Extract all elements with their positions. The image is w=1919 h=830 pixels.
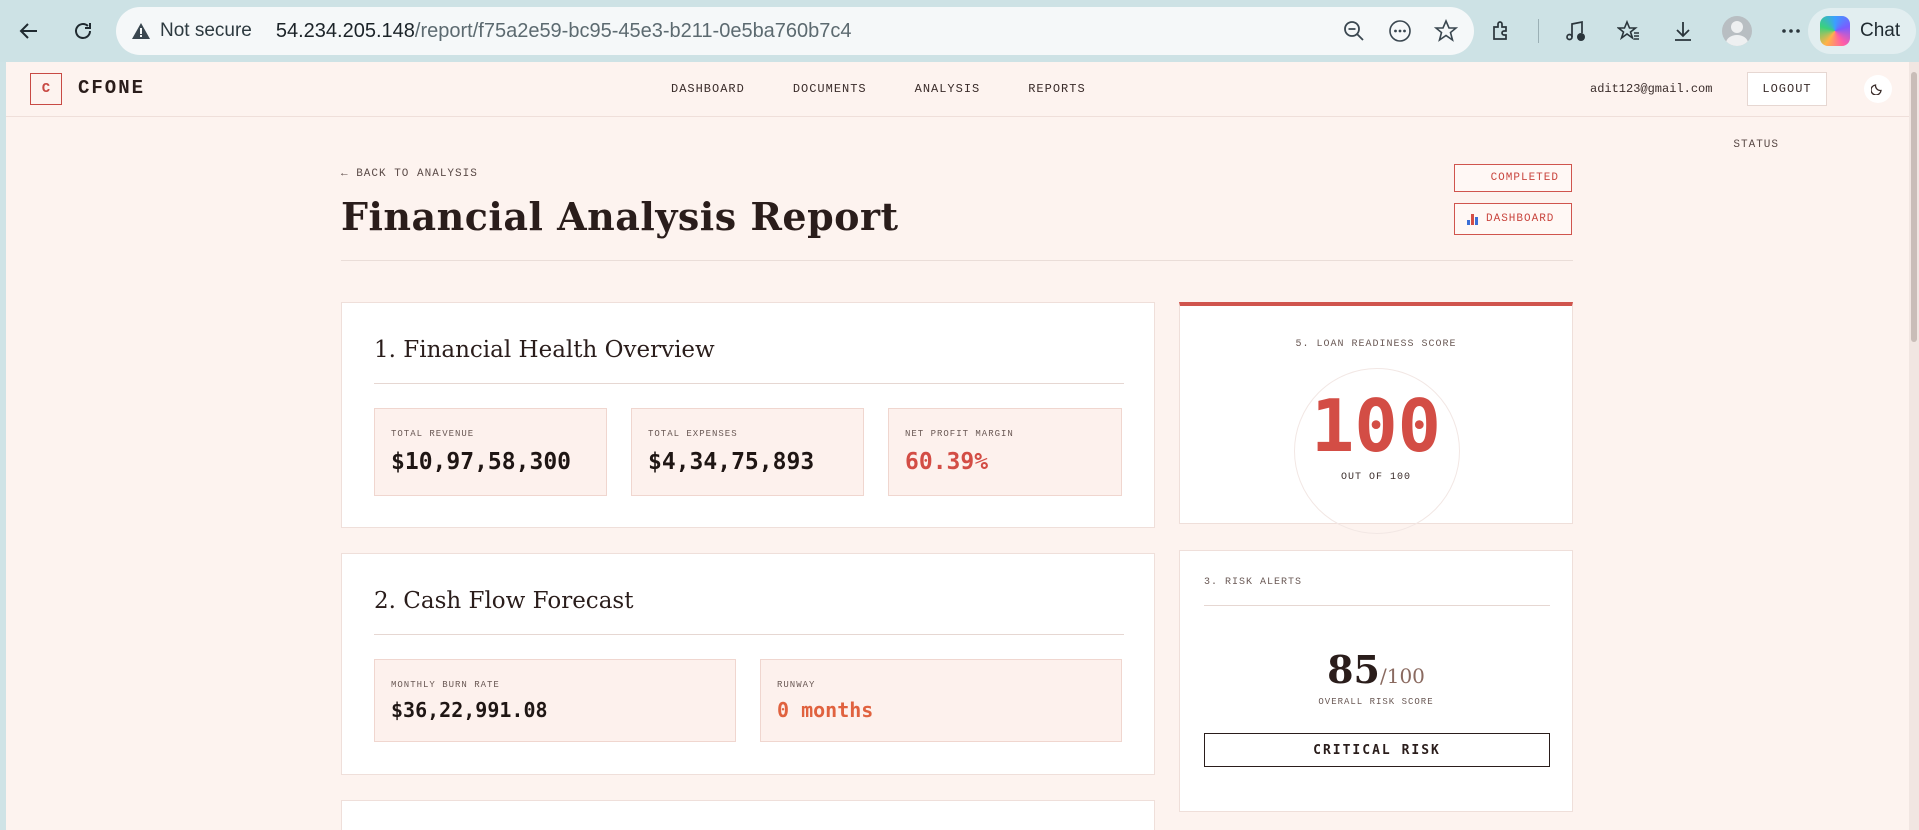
user-email: adit123@gmail.com xyxy=(1590,82,1713,96)
url-host: 54.234.205.148 xyxy=(275,19,415,42)
brand-name[interactable]: CFONE xyxy=(78,77,145,99)
address-bar[interactable]: Not secure 54.234.205.148/report/f75a2e5… xyxy=(116,7,1474,55)
logo-icon[interactable]: C xyxy=(30,73,62,105)
moon-icon xyxy=(1870,81,1885,98)
section-divider xyxy=(374,634,1124,635)
url-path: /report/f75a2e59-bc95-45e3-b211-0e5ba760… xyxy=(414,19,852,42)
not-secure-label: Not secure xyxy=(160,20,252,41)
nav-reports[interactable]: REPORTS xyxy=(1028,82,1085,96)
metric-value: $36,22,991.08 xyxy=(391,698,548,722)
status-label: STATUS xyxy=(1733,139,1779,151)
chat-label: Chat xyxy=(1860,20,1901,41)
favorites-icon[interactable] xyxy=(1611,12,1647,50)
metric-label: RUNWAY xyxy=(777,680,816,690)
warning-icon xyxy=(130,20,152,42)
extensions-icon[interactable] xyxy=(1484,12,1520,50)
metric-net-profit-margin: NET PROFIT MARGIN 60.39% xyxy=(888,408,1122,496)
browser-toolbar: Not secure 54.234.205.148/report/f75a2e5… xyxy=(0,0,1919,62)
loan-readiness-label: 5. LOAN READINESS SCORE xyxy=(1295,339,1457,350)
nav-analysis[interactable]: ANALYSIS xyxy=(915,82,981,96)
risk-level-badge[interactable]: CRITICAL RISK xyxy=(1204,733,1550,767)
metric-label: NET PROFIT MARGIN xyxy=(905,429,1014,439)
risk-score: 85/100 xyxy=(1180,647,1572,692)
profile-avatar-icon[interactable] xyxy=(1719,12,1755,50)
settings-more-icon[interactable] xyxy=(1773,12,1809,50)
metric-monthly-burn-rate: MONTHLY BURN RATE $36,22,991.08 xyxy=(374,659,736,742)
metric-value: 60.39% xyxy=(905,449,989,475)
metric-runway: RUNWAY 0 months xyxy=(760,659,1122,742)
metric-label: TOTAL REVENUE xyxy=(391,429,475,439)
metric-value: $4,34,75,893 xyxy=(648,449,815,475)
more-options-circle-icon[interactable] xyxy=(1386,17,1414,45)
section-title-financial-health: 1. Financial Health Overview xyxy=(374,337,715,363)
metric-total-revenue: TOTAL REVENUE $10,97,58,300 xyxy=(374,408,607,496)
scrollbar-thumb[interactable] xyxy=(1911,72,1917,342)
refresh-icon[interactable] xyxy=(64,12,102,50)
metric-value: 0 months xyxy=(777,698,874,722)
cash-flow-card: 2. Cash Flow Forecast MONTHLY BURN RATE … xyxy=(341,553,1155,775)
risk-alerts-label: 3. RISK ALERTS xyxy=(1204,577,1303,588)
logo-letter: C xyxy=(41,81,51,97)
back-arrow-icon[interactable] xyxy=(10,12,48,50)
loan-readiness-score: 100 xyxy=(1310,384,1442,468)
nav-documents[interactable]: DOCUMENTS xyxy=(793,82,867,96)
metric-value: $10,97,58,300 xyxy=(391,449,572,475)
risk-score-value: 85 xyxy=(1327,647,1380,692)
page-scrollbar[interactable] xyxy=(1909,62,1919,830)
risk-divider xyxy=(1204,605,1550,606)
site-header: C CFONE DASHBOARD DOCUMENTS ANALYSIS REP… xyxy=(6,62,1909,117)
media-control-icon[interactable] xyxy=(1557,12,1593,50)
nav-dashboard[interactable]: DASHBOARD xyxy=(671,82,745,96)
toolbar-divider xyxy=(1538,19,1539,43)
financial-health-card: 1. Financial Health Overview TOTAL REVEN… xyxy=(341,302,1155,528)
metric-label: TOTAL EXPENSES xyxy=(648,429,738,439)
section-title-cash-flow: 2. Cash Flow Forecast xyxy=(374,588,634,614)
loan-readiness-out-of: OUT OF 100 xyxy=(1340,472,1411,483)
metric-total-expenses: TOTAL EXPENSES $4,34,75,893 xyxy=(631,408,864,496)
dark-mode-toggle[interactable] xyxy=(1864,75,1892,103)
dashboard-button-label: DASHBOARD xyxy=(1486,213,1555,225)
section-divider xyxy=(374,383,1124,384)
bar-chart-icon xyxy=(1467,213,1478,225)
copilot-icon xyxy=(1820,16,1850,46)
risk-score-caption: OVERALL RISK SCORE xyxy=(1318,697,1434,707)
downloads-icon[interactable] xyxy=(1665,12,1701,50)
logout-button[interactable]: LOGOUT xyxy=(1747,72,1827,106)
back-to-analysis-link[interactable]: ← BACK TO ANALYSIS xyxy=(341,168,478,180)
page-title: Financial Analysis Report xyxy=(341,194,899,239)
metric-label: MONTHLY BURN RATE xyxy=(391,680,500,690)
loan-readiness-card: 5. LOAN READINESS SCORE 100 OUT OF 100 xyxy=(1179,302,1573,534)
risk-score-suffix: /100 xyxy=(1379,664,1425,688)
status-badge: COMPLETED xyxy=(1454,164,1572,192)
dashboard-button[interactable]: DASHBOARD xyxy=(1454,203,1572,235)
copilot-chat-button[interactable]: Chat xyxy=(1808,8,1916,54)
page-viewport: C CFONE DASHBOARD DOCUMENTS ANALYSIS REP… xyxy=(6,62,1909,830)
risk-alerts-card: 3. RISK ALERTS 85/100 OVERALL RISK SCORE… xyxy=(1179,550,1573,812)
title-divider xyxy=(341,260,1573,261)
next-section-card xyxy=(341,800,1155,830)
favorite-star-icon[interactable] xyxy=(1432,17,1460,45)
main-nav: DASHBOARD DOCUMENTS ANALYSIS REPORTS xyxy=(671,82,1086,96)
zoom-out-icon[interactable] xyxy=(1340,17,1368,45)
